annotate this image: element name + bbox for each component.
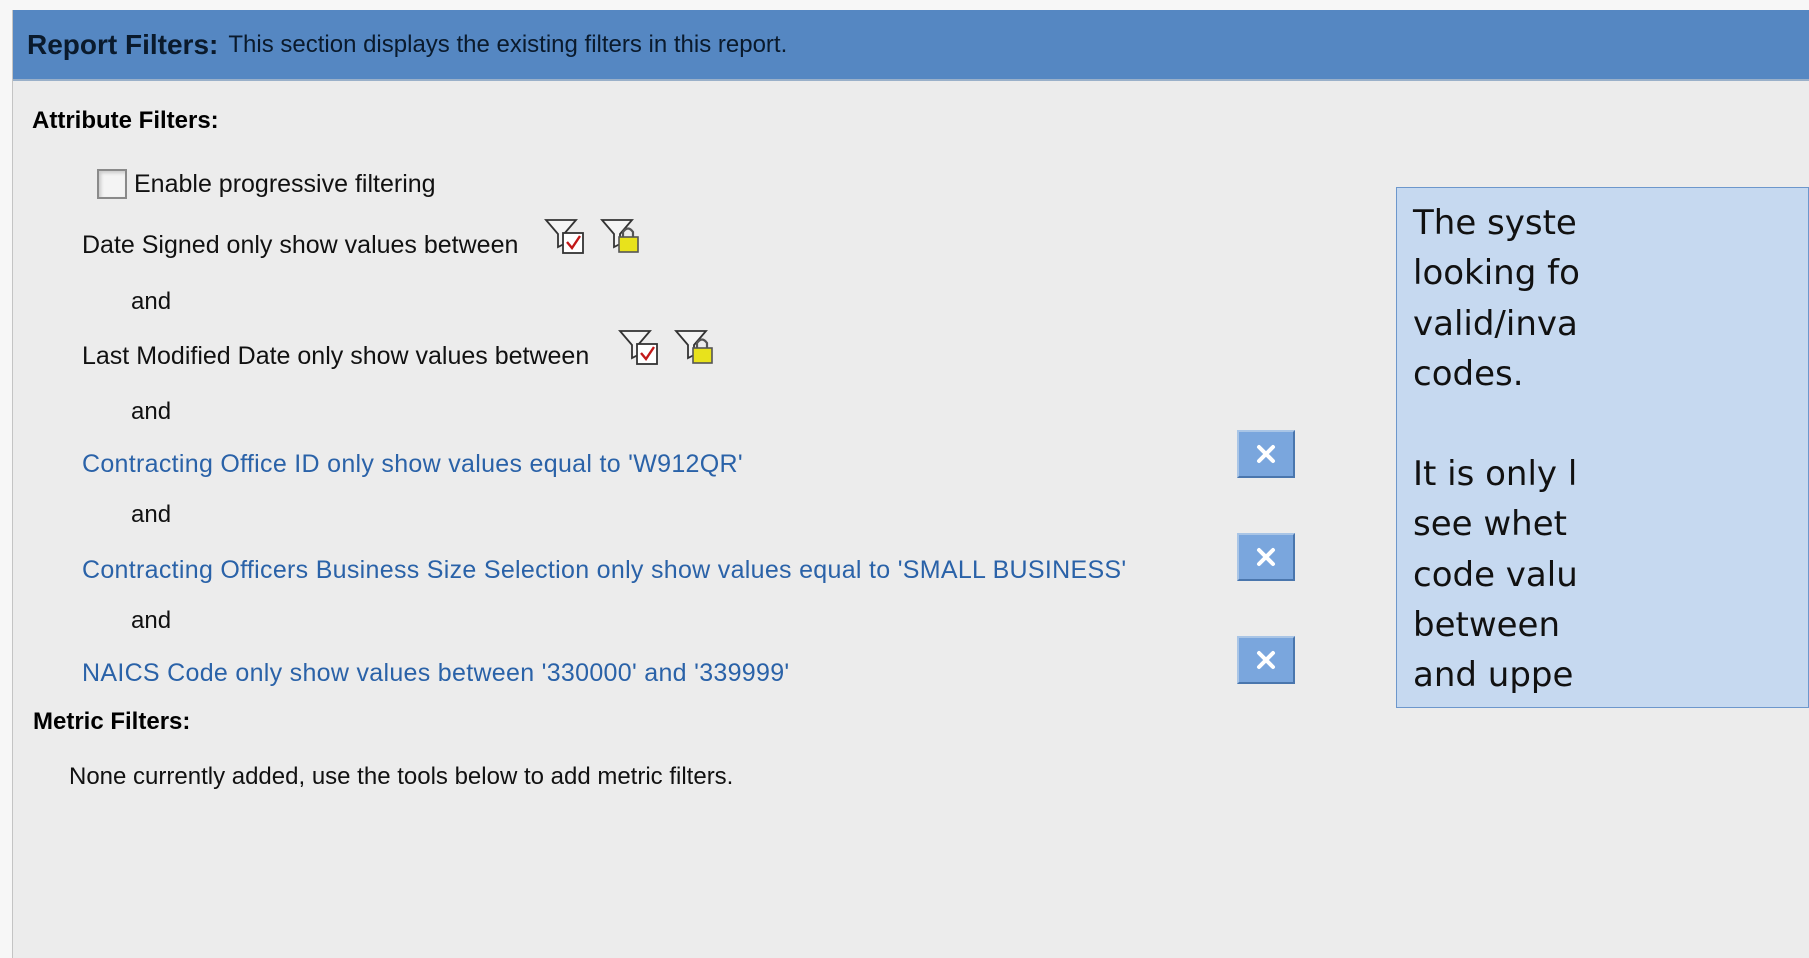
connector-and: and [131, 501, 172, 528]
progressive-filtering-label[interactable]: Enable progressive filtering [134, 170, 436, 199]
filter-naics-code[interactable]: NAICS Code only show values between '330… [82, 659, 790, 688]
section-description: This section displays the existing filte… [228, 30, 788, 58]
callout-line: code valu [1413, 554, 1578, 595]
remove-filter-button[interactable] [1237, 636, 1295, 684]
callout-line: It is only l [1413, 454, 1578, 495]
callout-line: see whet [1413, 504, 1567, 545]
progressive-filtering-checkbox[interactable] [97, 169, 127, 199]
callout-line: and uppe [1413, 655, 1574, 696]
close-icon [1257, 548, 1275, 566]
annotation-callout: The syste looking fo valid/inva codes. I… [1396, 187, 1809, 708]
filter-last-modified-date: Last Modified Date only show values betw… [82, 342, 590, 370]
metric-filters-empty-message: None currently added, use the tools belo… [69, 763, 734, 790]
callout-line: The syste [1413, 203, 1577, 243]
remove-filter-button[interactable] [1237, 533, 1295, 581]
remove-filter-button[interactable] [1237, 430, 1295, 478]
connector-and: and [131, 607, 172, 634]
filter-edit-icon[interactable] [543, 213, 587, 257]
close-icon [1257, 445, 1275, 463]
filter-lock-icon[interactable] [599, 213, 643, 257]
filter-edit-icon[interactable] [617, 324, 661, 368]
close-icon [1257, 651, 1275, 669]
connector-and: and [131, 288, 172, 315]
section-title: Report Filters: [27, 28, 219, 60]
filter-lock-icon[interactable] [673, 324, 717, 368]
callout-line: between [1413, 605, 1561, 646]
metric-filters-heading: Metric Filters: [33, 708, 191, 735]
attribute-filters-heading: Attribute Filters: [32, 107, 219, 134]
callout-line: codes. [1413, 353, 1524, 394]
callout-line: looking fo [1413, 253, 1580, 294]
filter-date-signed: Date Signed only show values between [82, 231, 519, 259]
callout-line: valid/inva [1413, 303, 1578, 344]
connector-and: and [131, 398, 172, 425]
filter-business-size-selection[interactable]: Contracting Officers Business Size Selec… [82, 556, 1126, 585]
filter-contracting-office-id[interactable]: Contracting Office ID only show values e… [82, 450, 743, 479]
report-filters-header: Report Filters: This section displays th… [13, 10, 1809, 81]
